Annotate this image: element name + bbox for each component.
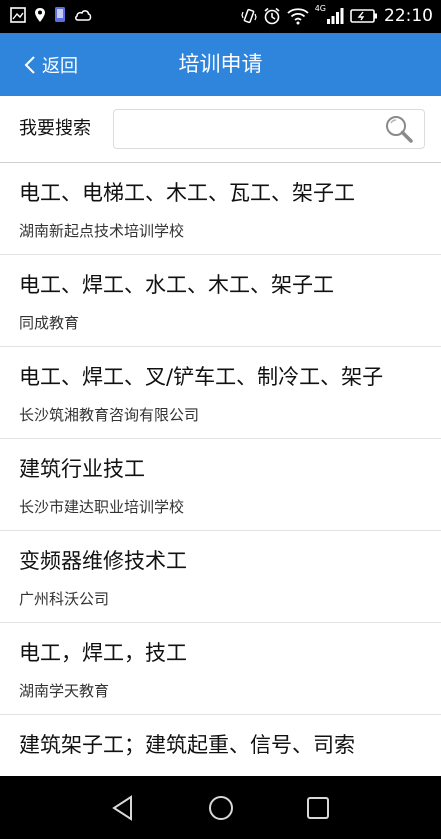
alarm-icon bbox=[264, 7, 280, 25]
list-item[interactable]: 电工，焊工，技工 湖南学天教育 bbox=[0, 623, 441, 715]
back-triangle-icon[interactable] bbox=[107, 792, 139, 824]
search-icon[interactable] bbox=[384, 114, 414, 144]
back-label: 返回 bbox=[42, 55, 78, 77]
chevron-left-icon bbox=[24, 55, 35, 74]
item-org: 长沙筑湘教育咨询有限公司 bbox=[19, 406, 200, 424]
item-org: 长沙市建达职业培训学校 bbox=[19, 498, 185, 516]
network-type: 4G bbox=[314, 4, 326, 13]
list-item[interactable]: 建筑架子工；建筑起重、信号、司索 bbox=[0, 715, 441, 776]
status-bar: 4G 22:10 bbox=[0, 0, 441, 33]
phone-icon bbox=[55, 7, 65, 22]
system-nav-bar bbox=[0, 776, 441, 839]
app-header: 返回 培训申请 bbox=[0, 33, 441, 96]
vibrate-icon bbox=[241, 8, 257, 24]
status-right-icons: 4G 22:10 bbox=[241, 5, 433, 27]
back-button[interactable]: 返回 bbox=[24, 33, 78, 96]
location-icon bbox=[35, 7, 45, 22]
list-item[interactable]: 电工、电梯工、木工、瓦工、架子工 湖南新起点技术培训学校 bbox=[0, 163, 441, 255]
status-left-icons bbox=[10, 6, 92, 23]
item-title: 建筑行业技工 bbox=[19, 457, 145, 481]
list-item[interactable]: 建筑行业技工 长沙市建达职业培训学校 bbox=[0, 439, 441, 531]
search-label: 我要搜索 bbox=[19, 118, 91, 139]
item-org: 广州科沃公司 bbox=[19, 590, 110, 608]
item-title: 建筑架子工；建筑起重、信号、司索 bbox=[19, 733, 355, 757]
item-title: 电工、焊工、水工、木工、架子工 bbox=[19, 273, 334, 297]
gallery-icon bbox=[10, 6, 26, 23]
cloud-icon bbox=[75, 9, 92, 21]
status-time: 22:10 bbox=[384, 6, 433, 26]
item-org: 湖南学天教育 bbox=[19, 682, 110, 700]
battery-icon bbox=[350, 9, 377, 23]
home-circle-icon[interactable] bbox=[205, 792, 237, 824]
list-item[interactable]: 电工、焊工、水工、木工、架子工 同成教育 bbox=[0, 255, 441, 347]
item-title: 变频器维修技术工 bbox=[19, 549, 187, 573]
training-list: 电工、电梯工、木工、瓦工、架子工 湖南新起点技术培训学校 电工、焊工、水工、木工… bbox=[0, 163, 441, 776]
item-org: 湖南新起点技术培训学校 bbox=[19, 222, 185, 240]
item-org: 同成教育 bbox=[19, 314, 80, 332]
wifi-icon bbox=[287, 8, 309, 25]
signal-icon bbox=[327, 8, 344, 24]
item-title: 电工，焊工，技工 bbox=[19, 641, 187, 665]
search-bar: 我要搜索 bbox=[0, 96, 441, 163]
list-item[interactable]: 电工、焊工、叉/铲车工、制冷工、架子 长沙筑湘教育咨询有限公司 bbox=[0, 347, 441, 439]
search-input[interactable] bbox=[122, 116, 376, 144]
item-title: 电工、电梯工、木工、瓦工、架子工 bbox=[19, 181, 355, 205]
list-item[interactable]: 变频器维修技术工 广州科沃公司 bbox=[0, 531, 441, 623]
search-box[interactable] bbox=[113, 109, 425, 149]
item-title: 电工、焊工、叉/铲车工、制冷工、架子 bbox=[19, 365, 384, 389]
recents-square-icon[interactable] bbox=[302, 792, 334, 824]
